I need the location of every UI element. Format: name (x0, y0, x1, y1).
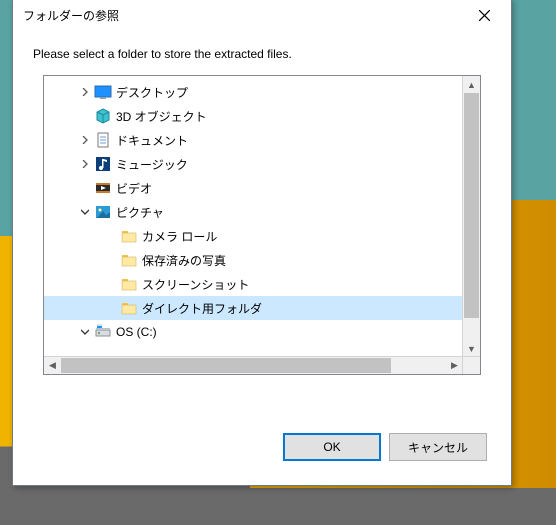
videos-icon (94, 179, 112, 197)
scroll-right-button[interactable]: ▶ (446, 357, 463, 374)
tree-item[interactable]: ビデオ (44, 176, 480, 200)
window-title: フォルダーの参照 (23, 7, 119, 24)
vertical-scroll-thumb[interactable] (464, 93, 479, 318)
desktop-wallpaper: フォルダーの参照 Please select a folder to store… (0, 0, 556, 525)
scroll-up-button[interactable]: ▲ (463, 76, 480, 93)
tree-item-label: スクリーンショット (142, 276, 255, 293)
tree-item[interactable]: 保存済みの写真 (44, 248, 480, 272)
chevron-right-icon[interactable] (78, 88, 92, 96)
tree-item-label: ピクチャ (116, 204, 170, 221)
tree-item[interactable]: 3D オブジェクト (44, 104, 480, 128)
tree-item-label: 3D オブジェクト (116, 108, 213, 125)
folder-icon (120, 299, 138, 317)
titlebar: フォルダーの参照 (13, 0, 511, 31)
chevron-right-icon[interactable] (78, 160, 92, 168)
close-button[interactable] (463, 1, 505, 29)
chevron-down-icon[interactable] (78, 328, 92, 336)
documents-icon (94, 131, 112, 149)
tree-item-label: ドキュメント (116, 132, 194, 149)
vertical-scrollbar[interactable]: ▲ ▼ (462, 76, 480, 357)
dialog-button-bar: OK キャンセル (13, 375, 511, 485)
folder-tree[interactable]: デスクトップ 3D オブジェクトドキュメントミュージックビデオピクチャカメラ ロー… (44, 76, 480, 374)
tree-item-label: OS (C:) (116, 325, 163, 339)
tree-item[interactable]: デスクトップ (44, 80, 480, 104)
tree-item[interactable]: ミュージック (44, 152, 480, 176)
tree-item-label: デスクトップ (116, 84, 194, 101)
close-icon (479, 10, 490, 21)
tree-item[interactable]: カメラ ロール (44, 224, 480, 248)
scrollbar-corner (462, 356, 480, 374)
chevron-down-icon[interactable] (78, 208, 92, 216)
tree-item-label: ミュージック (116, 156, 194, 173)
music-icon (94, 155, 112, 173)
tree-item[interactable]: ピクチャ (44, 200, 480, 224)
drive-icon (94, 323, 112, 341)
horizontal-scroll-thumb[interactable] (61, 358, 391, 373)
folder-icon (120, 275, 138, 293)
tree-item-label: ビデオ (116, 180, 158, 197)
tree-item[interactable]: ダイレクト用フォルダ (44, 296, 480, 320)
tree-item-label: カメラ ロール (142, 228, 223, 245)
folder-icon (120, 227, 138, 245)
instruction-text: Please select a folder to store the extr… (13, 31, 511, 75)
tree-item-label: 保存済みの写真 (142, 252, 232, 269)
cancel-button[interactable]: キャンセル (389, 433, 487, 461)
folder-browse-dialog: フォルダーの参照 Please select a folder to store… (12, 0, 512, 486)
objects3d-icon (94, 107, 112, 125)
scroll-left-button[interactable]: ◀ (44, 357, 61, 374)
ok-button[interactable]: OK (283, 433, 381, 461)
horizontal-scrollbar[interactable]: ◀ ▶ (44, 356, 463, 374)
pictures-icon (94, 203, 112, 221)
folder-tree-container: デスクトップ 3D オブジェクトドキュメントミュージックビデオピクチャカメラ ロー… (43, 75, 481, 375)
folder-icon (120, 251, 138, 269)
tree-item-label: ダイレクト用フォルダ (142, 300, 268, 317)
tree-item[interactable]: スクリーンショット (44, 272, 480, 296)
desktop-icon (94, 83, 112, 101)
tree-item[interactable]: ドキュメント (44, 128, 480, 152)
chevron-right-icon[interactable] (78, 136, 92, 144)
scroll-down-button[interactable]: ▼ (463, 340, 480, 357)
tree-item[interactable]: OS (C:) (44, 320, 480, 344)
